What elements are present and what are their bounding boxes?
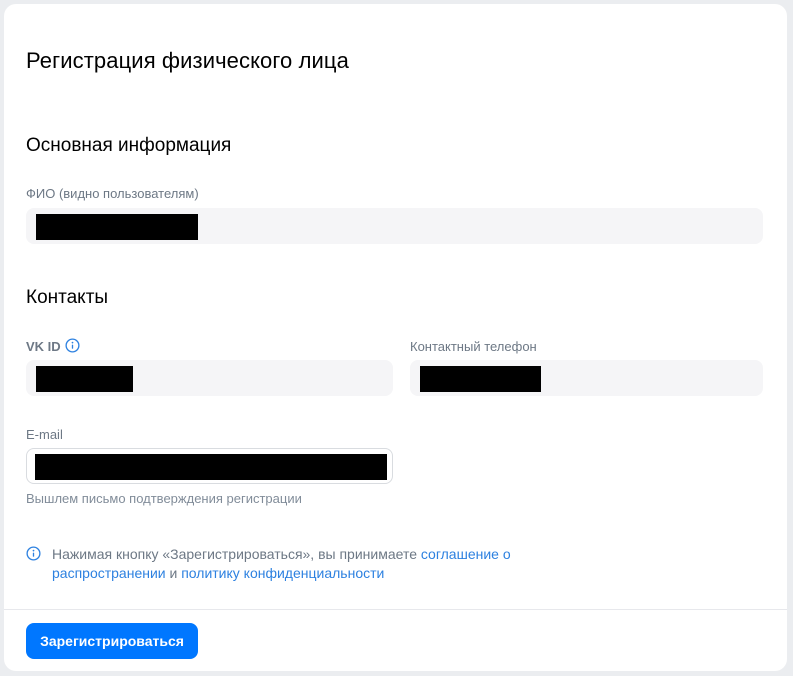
phone-input[interactable] bbox=[410, 360, 763, 396]
fio-input[interactable] bbox=[26, 208, 763, 244]
basic-info-section-title: Основная информация bbox=[26, 135, 232, 156]
email-hint: Вышлем письмо подтверждения регистрации bbox=[26, 491, 302, 506]
email-input[interactable] bbox=[26, 448, 393, 484]
agreement-middle: и bbox=[165, 565, 182, 581]
info-circle-icon bbox=[26, 546, 41, 561]
redacted-value bbox=[36, 366, 133, 392]
agreement-text: Нажимая кнопку «Зарегистрироваться», вы … bbox=[52, 545, 572, 583]
contacts-section-title: Контакты bbox=[26, 287, 109, 308]
registration-card: Регистрация физического лица Основная ин… bbox=[4, 4, 787, 671]
phone-label: Контактный телефон bbox=[410, 339, 537, 354]
redacted-value bbox=[36, 214, 198, 240]
fio-label: ФИО (видно пользователям) bbox=[26, 186, 199, 201]
vkid-input[interactable] bbox=[26, 360, 393, 396]
register-button[interactable]: Зарегистрироваться bbox=[26, 623, 198, 659]
redacted-value bbox=[35, 454, 387, 480]
privacy-policy-link[interactable]: политику конфиденциальности bbox=[181, 565, 384, 581]
agreement-prefix: Нажимая кнопку «Зарегистрироваться», вы … bbox=[52, 546, 421, 562]
footer-divider bbox=[4, 609, 787, 610]
page-title: Регистрация физического лица bbox=[26, 48, 349, 73]
vkid-label: VK ID bbox=[26, 339, 61, 354]
info-circle-icon[interactable] bbox=[65, 338, 80, 353]
redacted-value bbox=[420, 366, 541, 392]
email-label: E-mail bbox=[26, 427, 63, 442]
